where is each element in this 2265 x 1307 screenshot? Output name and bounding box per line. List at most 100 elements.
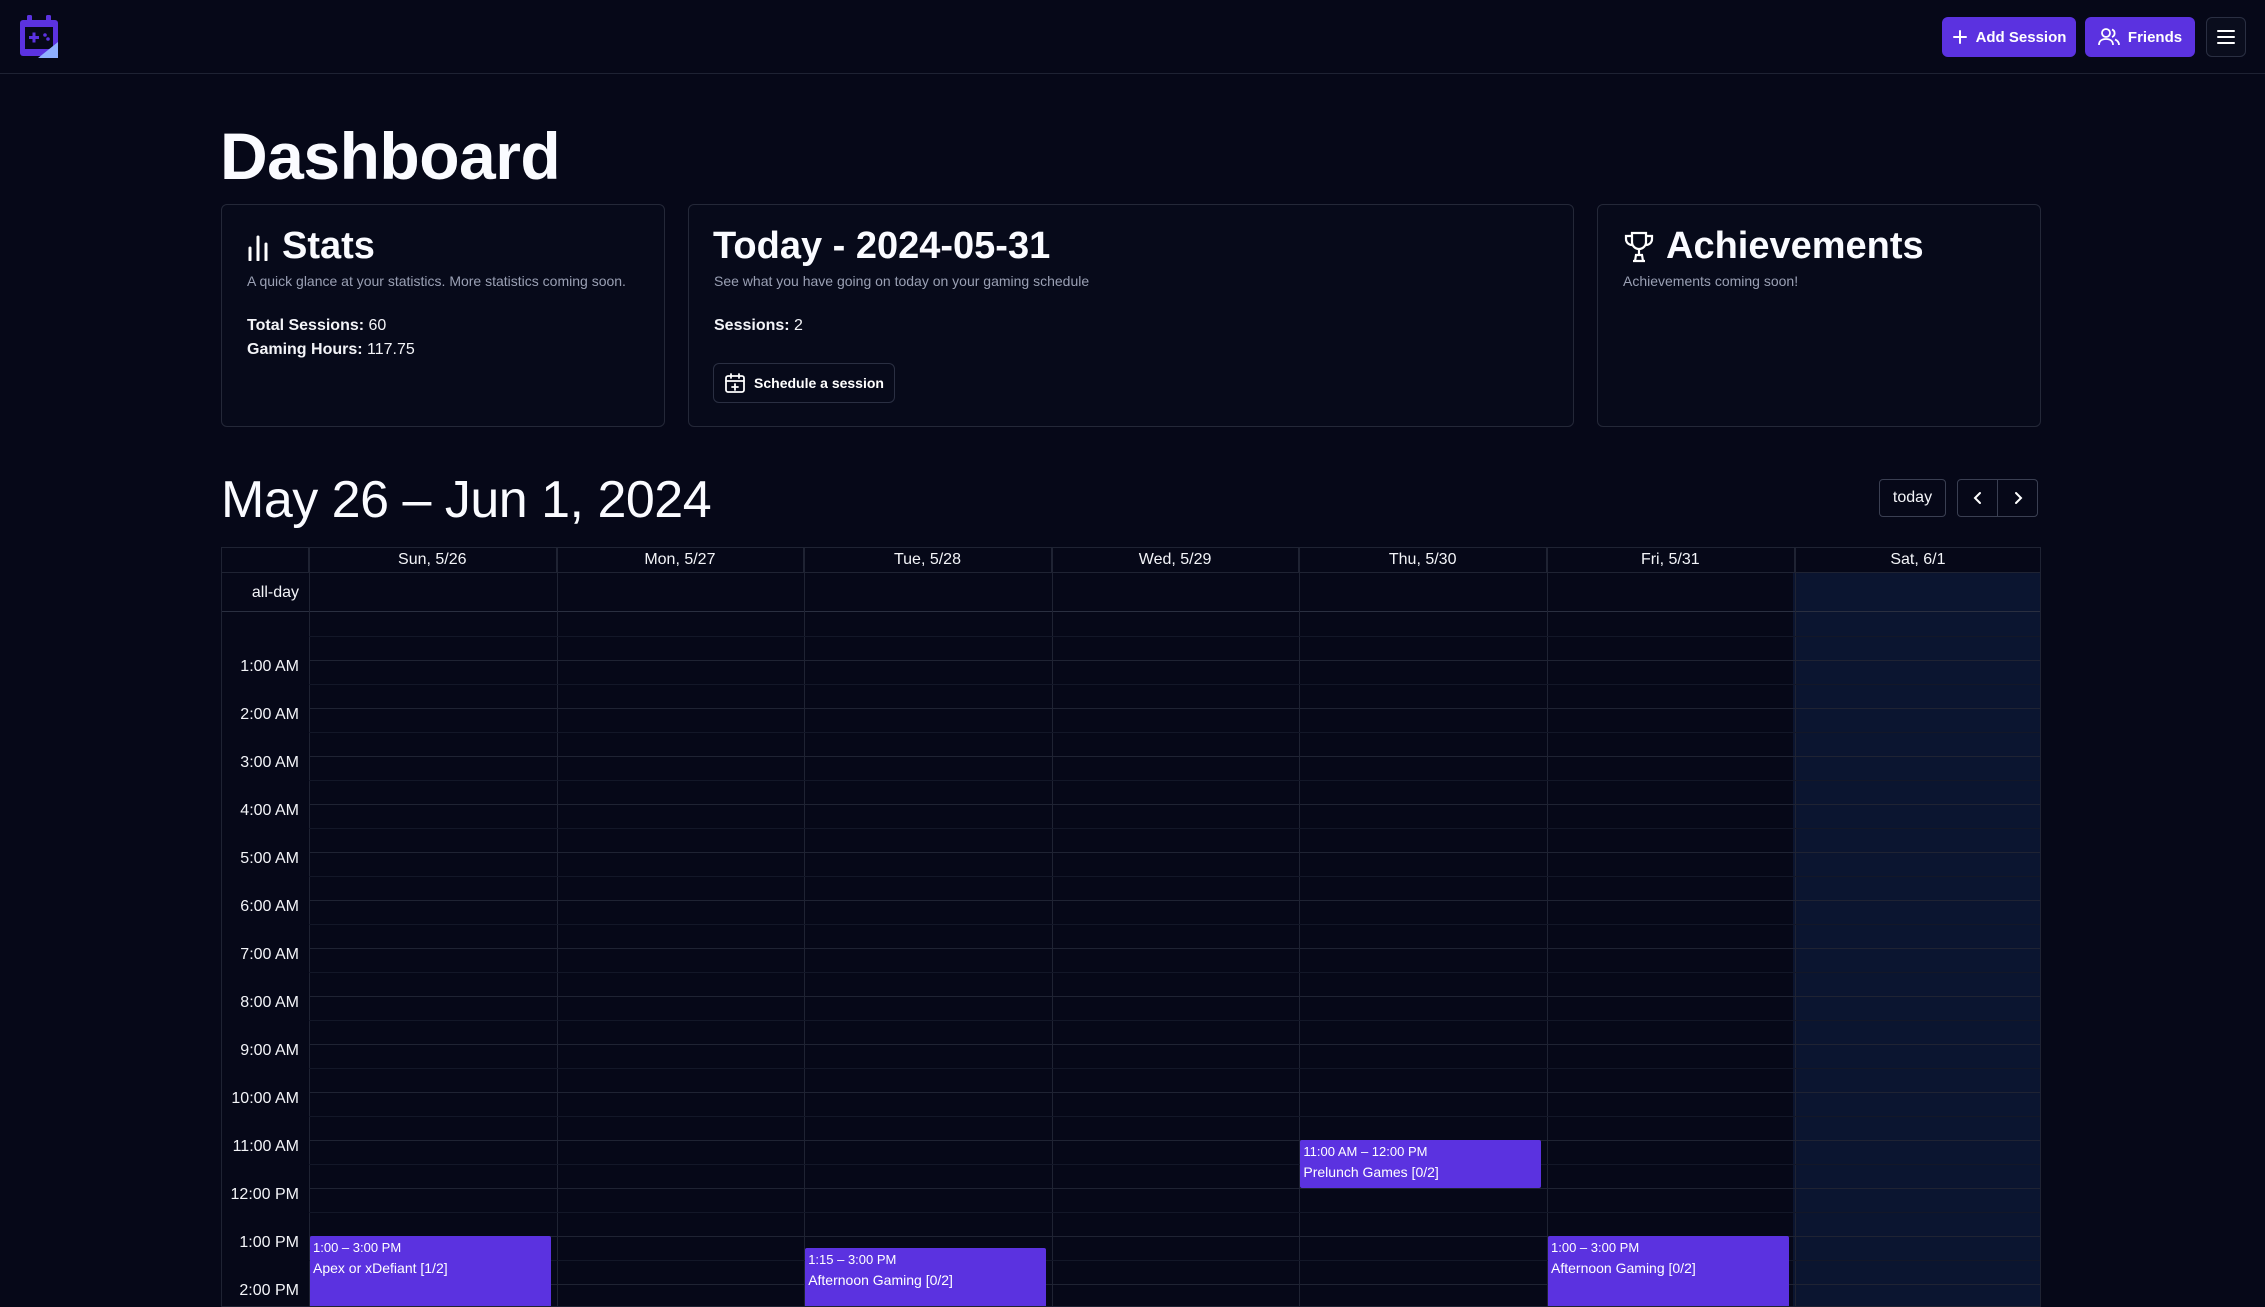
half-hour-gridline xyxy=(309,636,2040,637)
event-title: Prelunch Games [0/2] xyxy=(1303,1164,1439,1180)
gaming-hours-stat: Gaming Hours: 117.75 xyxy=(247,341,415,359)
day-column-divider xyxy=(1299,548,1301,1306)
day-header: Sat, 6/1 xyxy=(1794,548,2040,573)
calendar-event[interactable]: 11:00 AM – 12:00 PM Prelunch Games [0/2] xyxy=(1300,1140,1541,1188)
today-sessions-stat: Sessions: 2 xyxy=(714,317,803,335)
half-hour-gridline xyxy=(309,876,2040,877)
gaming-hours-value: 117.75 xyxy=(367,341,415,358)
time-axis-header xyxy=(222,548,309,573)
half-hour-gridline xyxy=(309,924,2040,925)
chevron-left-icon xyxy=(1973,492,1981,504)
hour-gridline xyxy=(309,1188,2040,1189)
calendar-event[interactable]: 1:00 – 3:00 PM Afternoon Gaming [0/2] xyxy=(1548,1236,1789,1306)
hour-gridline xyxy=(309,660,2040,661)
add-session-button[interactable]: Add Session xyxy=(1942,17,2076,57)
stats-card-title: Stats xyxy=(246,225,375,268)
app-logo-icon[interactable] xyxy=(18,14,62,60)
page-title: Dashboard xyxy=(220,119,561,193)
half-hour-gridline xyxy=(309,732,2040,733)
half-hour-gridline xyxy=(309,1164,2040,1165)
half-hour-gridline xyxy=(309,780,2040,781)
half-hour-gridline xyxy=(309,684,2040,685)
add-session-label: Add Session xyxy=(1975,28,2067,46)
calendar-plus-icon xyxy=(725,373,745,393)
time-slot-label: 10:00 AM xyxy=(231,1090,299,1107)
time-slot-label: 12:00 PM xyxy=(230,1186,299,1203)
prev-week-button[interactable] xyxy=(1957,479,1998,517)
today-card-title: Today - 2024-05-31 xyxy=(713,225,1051,267)
day-header: Sun, 5/26 xyxy=(309,548,557,573)
achievements-card-title: Achievements xyxy=(1622,225,1924,268)
event-time: 11:00 AM – 12:00 PM xyxy=(1303,1144,1428,1159)
event-title: Afternoon Gaming [0/2] xyxy=(808,1272,953,1288)
chevron-right-icon xyxy=(2014,492,2022,504)
total-sessions-value: 60 xyxy=(368,317,387,334)
allday-label: all-day xyxy=(251,584,299,601)
schedule-session-button[interactable]: Schedule a session xyxy=(713,363,895,403)
calendar-event[interactable]: 1:15 – 3:00 PM Afternoon Gaming [0/2] xyxy=(805,1248,1046,1306)
day-column-divider xyxy=(1794,548,1796,1306)
friends-button[interactable]: Friends xyxy=(2085,17,2195,57)
today-sessions-value: 2 xyxy=(794,317,803,334)
time-slot-label: 9:00 AM xyxy=(240,1042,299,1059)
achievements-title-text: Achievements xyxy=(1666,225,1924,267)
time-slot-label: 5:00 AM xyxy=(240,850,299,867)
day-header: Fri, 5/31 xyxy=(1547,548,1795,573)
hour-gridline xyxy=(309,1044,2040,1045)
top-navbar: Add Session Friends xyxy=(0,0,2265,74)
stats-card: Stats A quick glance at your statistics.… xyxy=(221,204,665,427)
hour-gridline xyxy=(309,708,2040,709)
time-slot-label: 6:00 AM xyxy=(240,898,299,915)
menu-button[interactable] xyxy=(2206,17,2246,57)
hour-gridline xyxy=(309,948,2040,949)
time-slot-label: 1:00 PM xyxy=(239,1234,299,1251)
plus-icon xyxy=(1952,30,1967,44)
event-time: 1:00 – 3:00 PM xyxy=(313,1240,402,1255)
week-calendar: all-day Sun, 5/26 Mon, 5/27 Tue, 5/28 Wed, … xyxy=(221,547,2041,1307)
stats-subtitle: A quick glance at your statistics. More … xyxy=(247,273,626,289)
hour-gridline xyxy=(309,1092,2040,1093)
achievements-card: Achievements Achievements coming soon! xyxy=(1597,204,2041,427)
day-header: Thu, 5/30 xyxy=(1299,548,1547,573)
friends-label: Friends xyxy=(2127,28,2183,46)
half-hour-gridline xyxy=(309,1116,2040,1117)
hour-gridline xyxy=(309,804,2040,805)
day-column-divider xyxy=(309,548,310,1306)
day-header: Mon, 5/27 xyxy=(556,548,805,573)
trophy-icon xyxy=(1624,231,1654,262)
day-column-divider xyxy=(1051,548,1053,1306)
day-column-divider xyxy=(1547,548,1548,1306)
time-slot-label: 7:00 AM xyxy=(240,946,299,963)
calendar-event[interactable]: 1:00 – 3:00 PM Apex or xDefiant [1/2] xyxy=(310,1236,551,1306)
calendar-range-title: May 26 – Jun 1, 2024 xyxy=(221,471,712,529)
day-header: Tue, 5/28 xyxy=(804,548,1052,573)
event-time: 1:15 – 3:00 PM xyxy=(808,1252,897,1267)
time-slot-label: 2:00 AM xyxy=(240,706,299,723)
day-column-divider xyxy=(804,548,806,1306)
allday-divider xyxy=(222,611,2040,612)
time-slot-label: 3:00 AM xyxy=(240,754,299,771)
event-title: Apex or xDefiant [1/2] xyxy=(313,1260,448,1276)
today-card: Today - 2024-05-31 See what you have goi… xyxy=(688,204,1574,427)
half-hour-gridline xyxy=(309,1020,2040,1021)
time-slot-label: 1:00 AM xyxy=(240,658,299,675)
hour-gridline xyxy=(309,1140,2040,1141)
event-title: Afternoon Gaming [0/2] xyxy=(1551,1260,1696,1276)
hamburger-menu-icon xyxy=(2217,30,2235,44)
hour-gridline xyxy=(309,852,2040,853)
hour-gridline xyxy=(309,996,2040,997)
day-column-divider xyxy=(556,548,558,1306)
day-header: Wed, 5/29 xyxy=(1051,548,1300,573)
stats-title-text: Stats xyxy=(282,225,375,267)
event-time: 1:00 – 3:00 PM xyxy=(1551,1240,1640,1255)
bar-chart-icon xyxy=(248,235,268,261)
half-hour-gridline xyxy=(309,972,2040,973)
time-slot-label: 4:00 AM xyxy=(240,802,299,819)
next-week-button[interactable] xyxy=(1997,479,2038,517)
today-button[interactable]: today xyxy=(1879,479,1946,517)
total-sessions-label: Total Sessions: xyxy=(247,317,365,334)
half-hour-gridline xyxy=(309,828,2040,829)
half-hour-gridline xyxy=(309,1212,2040,1213)
schedule-session-label: Schedule a session xyxy=(754,375,884,391)
achievements-subtitle: Achievements coming soon! xyxy=(1623,273,1799,289)
